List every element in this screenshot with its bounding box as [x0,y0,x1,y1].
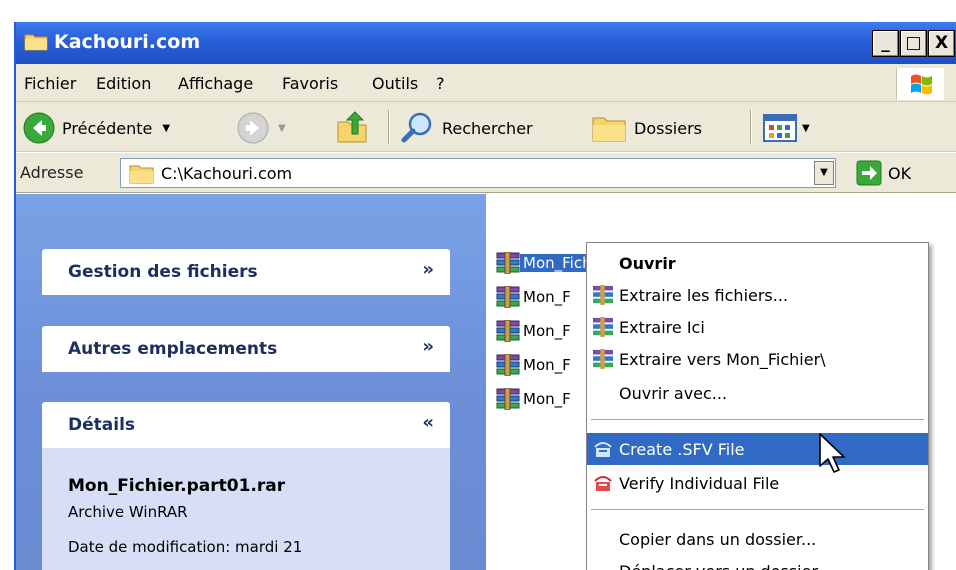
task-pane: Gestion des fichiers » Autres emplacemen… [16,194,486,570]
toolbar-separator [388,110,390,144]
ctx-extract-to[interactable]: Extraire vers Mon_Fichier\ [587,343,928,375]
file-name: Mon_F [523,288,571,306]
context-menu: Ouvrir Extraire les fichiers... Extraire… [586,242,929,570]
panel-other-places[interactable]: Autres emplacements » [42,326,450,372]
back-dropdown-icon[interactable]: ▼ [162,123,170,134]
ctx-open-with[interactable]: Ouvrir avec... [587,377,928,409]
detail-filename: Mon_Fichier.part01.rar [68,476,286,496]
file-item[interactable]: Mon_F [496,352,574,378]
file-name: Mon_F [523,356,571,374]
address-bar: Adresse C:\Kachouri.com ▼ OK [16,153,956,193]
winrar-icon [587,279,619,311]
folders-label: Dossiers [634,118,702,138]
chevron-down-icon[interactable]: » [422,336,434,357]
winrar-icon [587,311,619,343]
sfv-create-icon [587,433,619,465]
toolbar: Précédente ▼ ▼ Rechercher Dossiers ▼ [16,102,956,152]
file-name: Mon_F [523,390,571,408]
ctx-verify-file[interactable]: Verify Individual File [587,467,928,499]
title-bar[interactable]: Kachouri.com _ □ X [16,22,956,64]
panel-title: Gestion des fichiers [68,262,258,282]
folder-icon [24,34,48,51]
menu-separator [591,419,924,421]
ctx-verify-file-label: Verify Individual File [619,473,780,493]
ctx-open-with-label: Ouvrir avec... [619,383,728,403]
ctx-extract-files[interactable]: Extraire les fichiers... [587,279,928,311]
menu-affichage[interactable]: Affichage [178,74,253,93]
ctx-move-to[interactable]: Déplacer vers un dossier... [587,555,928,570]
close-button[interactable]: X [928,30,955,57]
forward-dropdown-icon[interactable]: ▼ [278,123,286,134]
file-item[interactable]: Mon_F [496,386,574,412]
detail-date: Date de modification: mardi 21 [68,538,303,556]
rar-archive-icon [496,320,520,342]
folders-icon [592,117,626,142]
file-name: Mon_F [523,322,571,340]
go-button[interactable]: OK [856,160,911,186]
rar-archive-icon [496,252,520,274]
search-button[interactable]: Rechercher [400,111,533,145]
rar-archive-icon [496,388,520,410]
back-arrow-icon [23,112,55,144]
menu-favoris[interactable]: Favoris [282,74,338,93]
folder-icon [129,165,154,184]
panel-file-tasks[interactable]: Gestion des fichiers » [42,249,450,295]
ctx-extract-here[interactable]: Extraire Ici [587,311,928,343]
forward-button[interactable]: ▼ [236,111,286,145]
ctx-extract-here-label: Extraire Ici [619,317,705,337]
ctx-extract-files-label: Extraire les fichiers... [619,285,789,305]
minimize-button[interactable]: _ [872,30,899,57]
views-icon [763,114,797,142]
file-item[interactable]: Mon_F [496,318,574,344]
ctx-move-to-label: Déplacer vers un dossier... [619,562,832,570]
back-label: Précédente [62,118,153,138]
winrar-icon [587,343,619,375]
menu-fichier[interactable]: Fichier [24,74,76,93]
panel-title: Autres emplacements [68,339,278,359]
panel-title: Détails [68,415,136,435]
mouse-cursor-icon [819,433,845,473]
ctx-open-label: Ouvrir [619,253,676,273]
ctx-create-sfv[interactable]: Create .SFV File [587,433,928,465]
ctx-open[interactable]: Ouvrir [587,247,928,279]
search-label: Rechercher [442,118,533,138]
menu-separator [591,509,924,511]
address-dropdown-icon[interactable]: ▼ [814,161,834,185]
sfv-verify-icon [587,467,619,499]
toolbar-separator [750,110,752,144]
ctx-create-sfv-label: Create .SFV File [619,439,745,459]
windows-logo-icon [896,68,944,100]
views-dropdown-icon[interactable]: ▼ [802,123,810,134]
search-icon [401,112,432,143]
maximize-button[interactable]: □ [900,30,927,57]
address-label: Adresse [20,163,84,182]
back-button[interactable]: Précédente ▼ [22,111,170,145]
menu-bar: Fichier Edition Affichage Favoris Outils… [16,64,956,102]
address-input[interactable]: C:\Kachouri.com ▼ [120,158,836,188]
chevron-up-icon[interactable]: « [422,412,434,433]
ctx-copy-to-label: Copier dans un dossier... [619,529,817,549]
panel-details[interactable]: Détails « [42,402,450,448]
address-value: C:\Kachouri.com [161,164,293,183]
up-folder-icon [337,111,367,143]
menu-edition[interactable]: Edition [96,74,151,93]
up-folder-button[interactable] [334,111,370,145]
go-arrow-icon [856,160,882,186]
chevron-down-icon[interactable]: » [422,259,434,280]
menu-outils[interactable]: Outils [372,74,418,93]
file-item[interactable]: Mon_F [496,284,574,310]
window-title: Kachouri.com [54,31,201,53]
folders-button[interactable]: Dossiers [590,111,702,145]
details-body: Mon_Fichier.part01.rar Archive WinRAR Da… [42,448,450,570]
menu-help[interactable]: ? [436,74,445,93]
detail-filetype: Archive WinRAR [68,503,188,521]
views-button[interactable]: ▼ [762,111,810,145]
ctx-extract-to-label: Extraire vers Mon_Fichier\ [619,349,826,369]
forward-arrow-icon [237,112,269,144]
rar-archive-icon [496,286,520,308]
go-label: OK [888,163,912,183]
ctx-copy-to[interactable]: Copier dans un dossier... [587,523,928,555]
rar-archive-icon [496,354,520,376]
